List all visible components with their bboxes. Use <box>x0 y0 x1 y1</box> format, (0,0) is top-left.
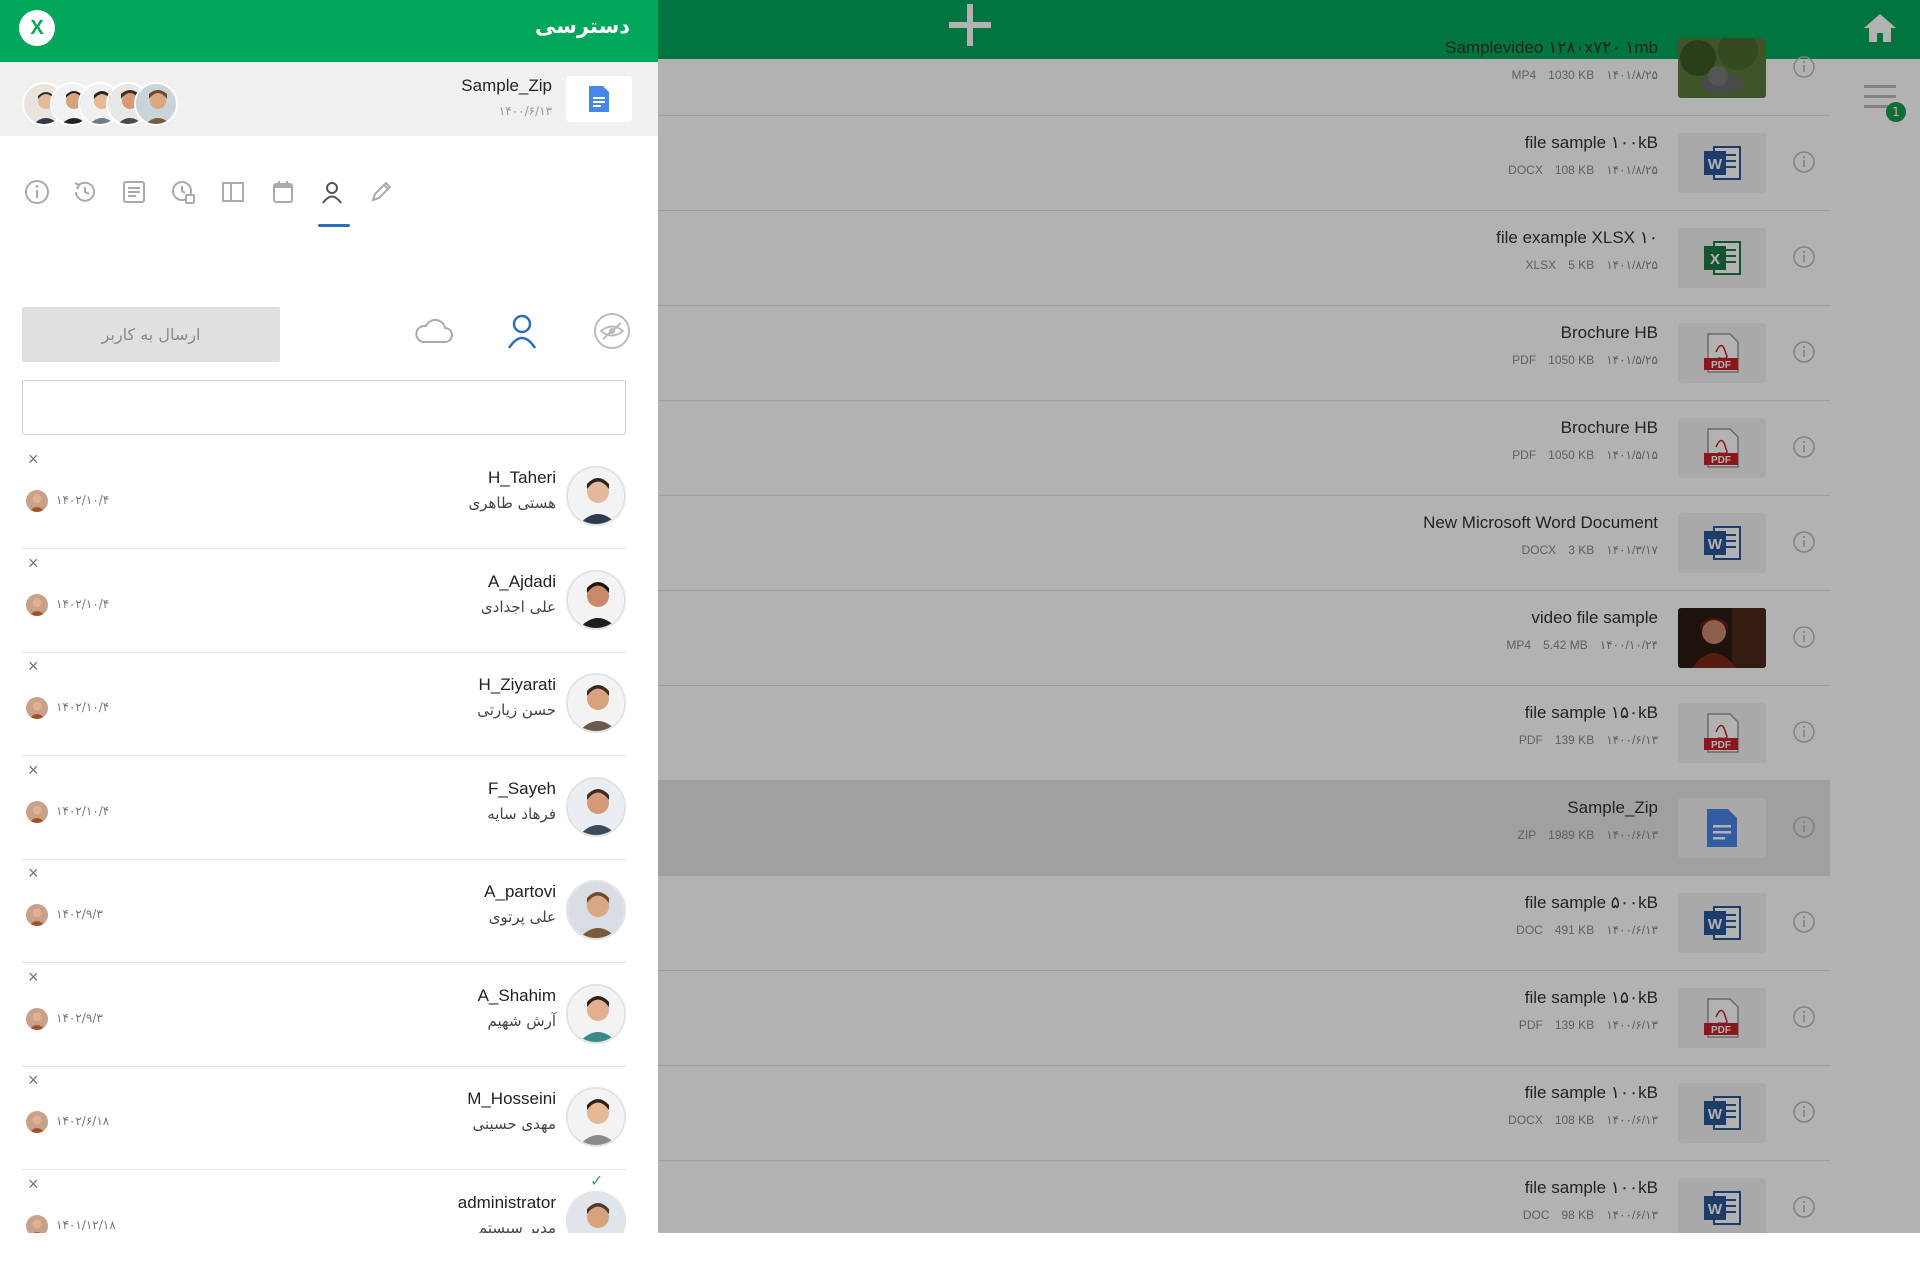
tab-info[interactable] <box>20 172 54 212</box>
user-fullname: علی اجدادی <box>480 597 556 616</box>
tab-calendar[interactable] <box>266 172 300 212</box>
clock-icon <box>172 181 195 204</box>
remove-access-button[interactable]: × <box>28 657 46 675</box>
user-avatar <box>566 1087 626 1147</box>
history-icon <box>74 181 95 202</box>
access-date: ۱۴۰۱/۱۲/۱۸ <box>56 1217 116 1232</box>
user-avatar <box>566 569 626 630</box>
panel-header: X دسترسی <box>0 0 658 62</box>
selected-file-thumb <box>566 76 632 122</box>
user-access-list: × H_Taheri هستی طاهری ۱۴۰۲/۱۰/۴ × A_Ajdadi علی… <box>0 446 658 1233</box>
granter-avatar <box>26 800 48 823</box>
tab-history[interactable] <box>68 172 102 212</box>
remove-access-button[interactable]: × <box>28 761 46 779</box>
user-access-row[interactable]: × F_Sayeh فرهاد سایه ۱۴۰۲/۱۰/۴ <box>22 757 626 860</box>
shared-users-avatars[interactable] <box>22 82 192 126</box>
pages-icon <box>222 182 244 202</box>
selected-file-header: Sample_Zip ۱۴۰۰/۶/۱۳ <box>0 62 658 136</box>
user-search-input[interactable] <box>22 380 626 435</box>
selected-file-name: Sample_Zip <box>461 76 552 95</box>
share-view-button[interactable] <box>589 308 635 354</box>
user-access-row[interactable]: × A_Shahim آرش شهیم ۱۴۰۲/۹/۳ <box>22 964 626 1067</box>
granter-avatar <box>26 593 48 616</box>
granter-avatar <box>26 490 48 512</box>
share-user-button[interactable] <box>499 308 545 354</box>
granter-avatar <box>26 1111 48 1133</box>
user-fullname: آرش شهیم <box>487 1011 556 1030</box>
granter-avatar <box>26 904 48 926</box>
access-date: ۱۴۰۲/۱۰/۴ <box>56 596 110 611</box>
user-fullname: حسن زیارتی <box>477 701 556 719</box>
user-icon <box>322 182 342 204</box>
user-avatar <box>566 880 626 940</box>
user-username: M_Hosseini <box>467 1089 556 1108</box>
user-icon <box>507 314 537 349</box>
checkmark-icon: ✓ <box>590 1170 604 1190</box>
access-date: ۱۴۰۲/۱۰/۴ <box>56 803 110 818</box>
user-fullname: علی پرتوی <box>488 908 556 926</box>
share-cloud-button[interactable] <box>411 308 457 354</box>
access-date: ۱۴۰۲/۱۰/۴ <box>56 493 110 507</box>
user-fullname: فرهاد سایه <box>487 804 556 823</box>
access-date: ۱۴۰۲/۹/۳ <box>56 1010 103 1025</box>
document-icon <box>589 86 609 112</box>
remove-access-button[interactable]: × <box>28 1175 46 1193</box>
granter-avatar <box>26 697 48 719</box>
remove-access-button[interactable]: × <box>28 864 46 882</box>
granter-avatar <box>26 1007 48 1030</box>
eye-slash-icon <box>594 313 630 349</box>
user-access-row[interactable]: × M_Hosseini مهدی حسینی ۱۴۰۲/۶/۱۸ <box>22 1067 626 1170</box>
user-access-row[interactable]: × H_Ziyarati حسن زیارتی ۱۴۰۲/۱۰/۴ <box>22 653 626 756</box>
user-fullname: مهدی حسینی <box>472 1115 556 1133</box>
access-date: ۱۴۰۲/۶/۱۸ <box>56 1114 110 1128</box>
user-username: H_Ziyarati <box>478 675 556 694</box>
cloud-icon <box>415 318 453 343</box>
user-username: administrator <box>457 1192 556 1212</box>
user-access-row[interactable]: × A_partovi علی پرتوی ۱۴۰۲/۹/۳ <box>22 860 626 963</box>
user-username: F_Sayeh <box>487 778 556 798</box>
panel-title: دسترسی <box>535 14 630 38</box>
user-fullname: هستی طاهری <box>468 494 556 512</box>
close-button[interactable]: X <box>19 10 55 46</box>
tab-checklist[interactable] <box>117 172 151 212</box>
user-access-row[interactable]: × ✓ administrator مدیر سیستم ۱۴۰۱/۱۲/۱۸ <box>22 1170 626 1234</box>
pencil-icon <box>371 181 392 202</box>
access-panel: X دسترسی Sample_Zip ۱۴۰۰/۶/۱۳ ارسال به ک… <box>0 0 658 1233</box>
user-access-row[interactable]: × H_Taheri هستی طاهری ۱۴۰۲/۱۰/۴ <box>22 446 626 549</box>
remove-access-button[interactable]: × <box>28 450 46 468</box>
user-avatar <box>566 776 626 837</box>
access-date: ۱۴۰۲/۱۰/۴ <box>56 700 110 714</box>
active-tab-indicator <box>318 224 350 227</box>
remove-access-button[interactable]: × <box>28 968 46 986</box>
calendar-icon <box>273 181 293 203</box>
user-fullname: مدیر سیستم <box>477 1218 556 1234</box>
granter-avatar <box>26 1214 48 1233</box>
panel-tabs <box>20 172 400 232</box>
user-username: A_Shahim <box>477 985 556 1005</box>
selected-file-date: ۱۴۰۰/۶/۱۳ <box>498 104 552 118</box>
user-username: A_partovi <box>484 882 556 901</box>
access-date: ۱۴۰۲/۹/۳ <box>56 907 103 921</box>
user-username: H_Taheri <box>487 468 556 487</box>
tab-access[interactable] <box>315 172 349 212</box>
user-avatar <box>566 673 626 733</box>
tab-edit[interactable] <box>364 172 398 212</box>
info-icon <box>25 180 49 204</box>
remove-access-button[interactable]: × <box>28 554 46 572</box>
checklist-icon <box>123 181 145 203</box>
user-username: A_Ajdadi <box>487 571 556 591</box>
user-avatar <box>566 1190 626 1233</box>
user-avatar <box>566 983 626 1044</box>
tab-versions[interactable] <box>216 172 250 212</box>
tab-reminder[interactable] <box>166 172 200 212</box>
avatar <box>134 82 178 126</box>
send-to-user-button[interactable]: ارسال به کاربر <box>22 307 280 362</box>
user-avatar <box>566 466 626 526</box>
user-access-row[interactable]: × A_Ajdadi علی اجدادی ۱۴۰۲/۱۰/۴ <box>22 550 626 653</box>
remove-access-button[interactable]: × <box>28 1071 46 1089</box>
